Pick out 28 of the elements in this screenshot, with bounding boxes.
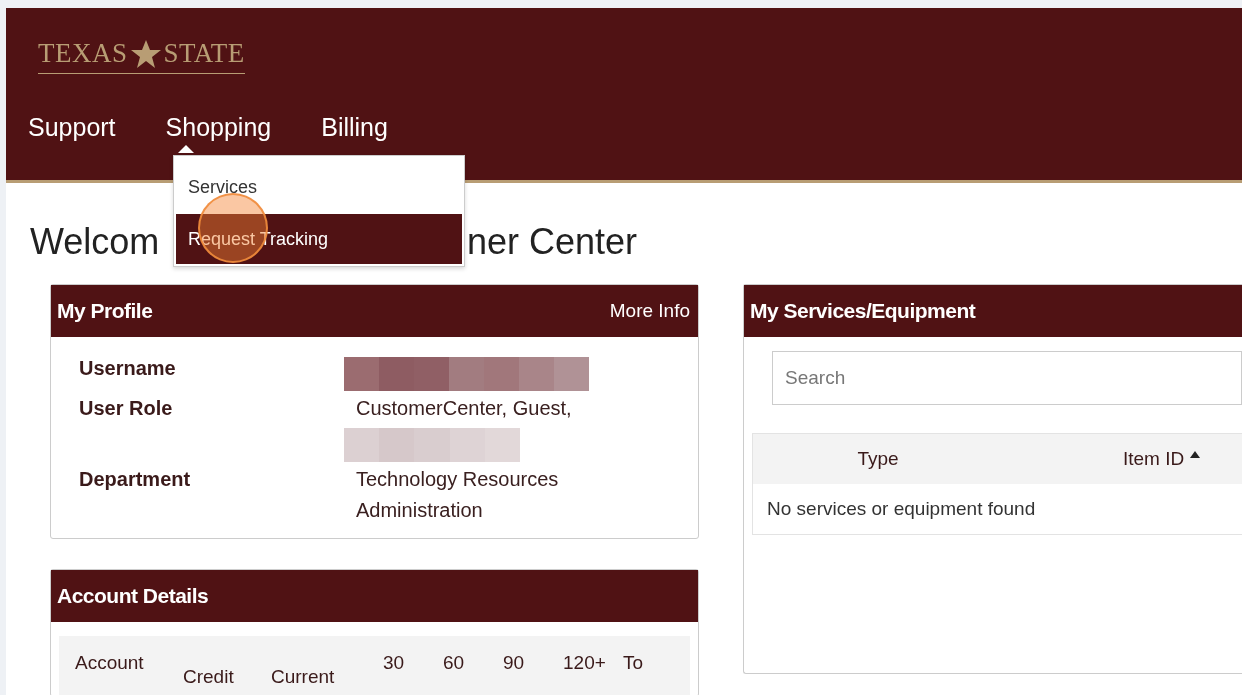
field-value: Technology Resources: [355, 468, 560, 491]
logo[interactable]: TEXAS STATE: [38, 38, 245, 74]
card-title: My Profile: [57, 299, 153, 323]
column-header: 90: [503, 652, 526, 675]
column-header: 60: [443, 652, 466, 675]
page-title: ner Center: [467, 220, 638, 264]
star-icon: [129, 38, 162, 69]
field-label: Username: [79, 357, 177, 381]
column-header: Account: [75, 652, 145, 675]
column-header: Credit: [183, 665, 235, 689]
column-header: Current: [271, 665, 336, 689]
nav-item[interactable]: Support: [28, 112, 116, 154]
nav-item[interactable]: Billing: [321, 112, 388, 154]
column-header: To: [623, 652, 645, 675]
column-header[interactable]: Type: [753, 448, 1003, 470]
page-title: Welcom: [30, 220, 160, 264]
field-label: Department: [79, 468, 192, 492]
column-header[interactable]: Item ID: [1003, 448, 1201, 470]
field-label: User Role: [79, 397, 174, 421]
column-header: 30: [383, 652, 406, 675]
empty-message: No services or equipment found: [766, 497, 1037, 521]
column-header: 120+: [563, 652, 607, 675]
search-field[interactable]: Search: [772, 351, 1242, 405]
card-title: My Services/Equipment: [750, 299, 976, 323]
field-value: CustomerCenter, Guest,: [355, 397, 573, 420]
card-title: Account Details: [57, 584, 209, 608]
more-info-link[interactable]: More Info: [609, 300, 690, 322]
field-value: Administration: [355, 499, 484, 522]
